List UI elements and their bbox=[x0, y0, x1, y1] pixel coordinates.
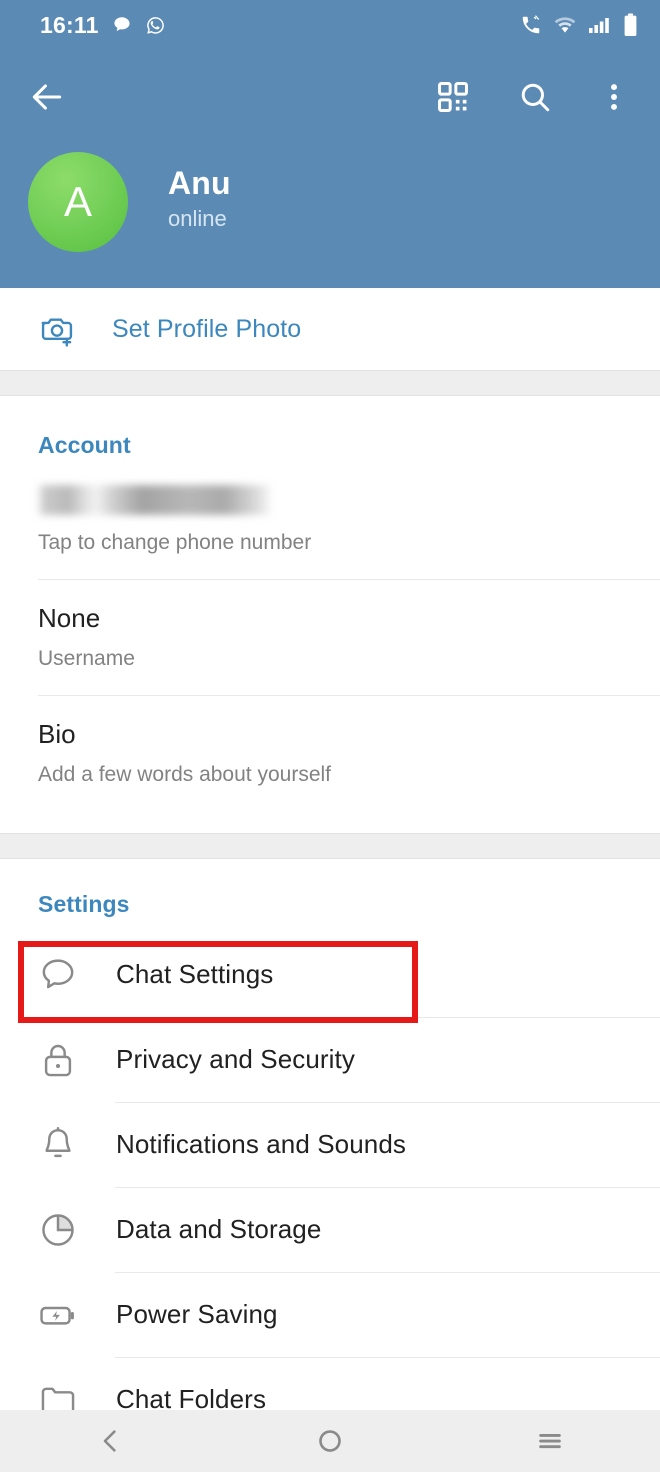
status-bar-right bbox=[520, 13, 638, 37]
bell-icon bbox=[30, 1124, 86, 1166]
settings-section: Settings Chat Settings Privacy and Secur… bbox=[0, 859, 660, 1410]
home-nav-icon[interactable] bbox=[255, 1426, 405, 1456]
username-row[interactable]: None Username bbox=[0, 579, 660, 696]
profile-text: Anu online bbox=[168, 165, 231, 237]
sidebar-item-chat-settings[interactable]: Chat Settings bbox=[0, 932, 660, 1018]
qr-code-icon[interactable] bbox=[436, 80, 470, 114]
phone-number-caption: Tap to change phone number bbox=[38, 531, 312, 555]
avatar[interactable]: A bbox=[28, 152, 128, 252]
back-arrow-icon[interactable] bbox=[28, 78, 66, 116]
sidebar-item-label: Notifications and Sounds bbox=[116, 1129, 407, 1160]
status-bar-clock: 16:11 bbox=[40, 11, 99, 38]
signal-bars-icon bbox=[589, 18, 609, 33]
search-icon[interactable] bbox=[518, 80, 552, 114]
redacted-phone-number bbox=[38, 485, 270, 516]
app-header: 16:11 A Anu online bbox=[0, 0, 660, 288]
battery-icon bbox=[624, 13, 637, 36]
recents-nav-icon[interactable] bbox=[475, 1426, 625, 1456]
profile-name: Anu bbox=[168, 165, 231, 202]
status-bar: 16:11 bbox=[0, 0, 660, 50]
whatsapp-icon bbox=[146, 16, 164, 34]
chat-bubble-icon bbox=[30, 954, 86, 996]
sidebar-item-power-saving[interactable]: Power Saving bbox=[0, 1272, 660, 1358]
bio-caption: Add a few words about yourself bbox=[38, 763, 331, 787]
lock-icon bbox=[30, 1039, 86, 1081]
app-bar-actions bbox=[436, 80, 642, 114]
sidebar-item-label: Chat Settings bbox=[116, 959, 274, 990]
section-divider bbox=[0, 370, 660, 396]
username-value: None bbox=[38, 603, 101, 634]
account-section-title: Account bbox=[38, 432, 131, 458]
sidebar-item-notifications-and-sounds[interactable]: Notifications and Sounds bbox=[0, 1102, 660, 1188]
section-divider bbox=[0, 833, 660, 860]
profile-status: online bbox=[168, 206, 227, 232]
set-profile-photo-row[interactable]: Set Profile Photo bbox=[0, 288, 660, 370]
sidebar-item-label: Data and Storage bbox=[116, 1214, 322, 1245]
wifi-icon bbox=[554, 17, 576, 33]
account-section: Account Tap to change phone number None … bbox=[0, 396, 660, 812]
call-active-icon bbox=[522, 15, 540, 34]
sidebar-item-label: Chat Folders bbox=[116, 1384, 267, 1410]
bio-row[interactable]: Bio Add a few words about yourself bbox=[0, 695, 660, 812]
status-bar-left: 16:11 bbox=[40, 11, 166, 38]
phone-number-row[interactable]: Tap to change phone number bbox=[0, 459, 660, 580]
settings-scroll-area[interactable]: Set Profile Photo Account Tap to change … bbox=[0, 288, 660, 1410]
sidebar-item-privacy-and-security[interactable]: Privacy and Security bbox=[0, 1017, 660, 1103]
sidebar-item-label: Power Saving bbox=[116, 1299, 278, 1330]
settings-section-title: Settings bbox=[38, 891, 130, 918]
folder-icon bbox=[30, 1379, 86, 1410]
overflow-menu-icon[interactable] bbox=[600, 80, 628, 114]
sidebar-item-chat-folders[interactable]: Chat Folders bbox=[0, 1357, 660, 1410]
profile-summary[interactable]: A Anu online bbox=[28, 152, 231, 252]
sidebar-item-label: Privacy and Security bbox=[116, 1044, 355, 1075]
username-caption: Username bbox=[38, 647, 135, 671]
phone-screen: 16:11 A Anu online Set Profile Photo Acc… bbox=[0, 0, 660, 1472]
system-navigation-bar bbox=[0, 1410, 660, 1472]
phone-number-value bbox=[38, 459, 660, 516]
battery-bolt-icon bbox=[30, 1294, 86, 1336]
app-bar bbox=[0, 58, 660, 136]
set-profile-photo-label: Set Profile Photo bbox=[112, 314, 302, 343]
chat-bubble-icon bbox=[113, 17, 130, 32]
sidebar-item-data-and-storage[interactable]: Data and Storage bbox=[0, 1187, 660, 1273]
bio-value: Bio bbox=[38, 719, 76, 750]
pie-chart-icon bbox=[30, 1209, 86, 1251]
back-nav-icon[interactable] bbox=[35, 1426, 185, 1456]
camera-add-icon bbox=[38, 310, 76, 348]
avatar-initial: A bbox=[63, 178, 92, 225]
